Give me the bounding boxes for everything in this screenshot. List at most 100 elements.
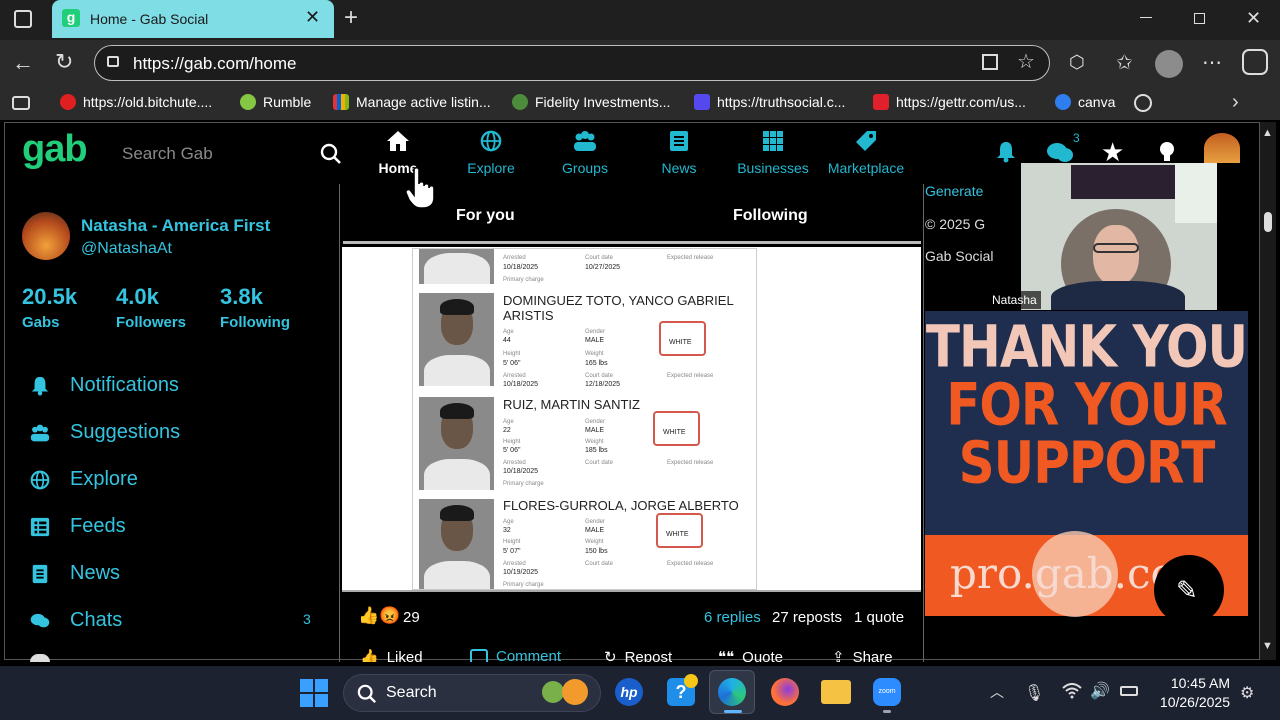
favorite-bitchute[interactable]: https://old.bitchute.... <box>60 94 212 110</box>
race-highlight: WHITE <box>659 321 706 356</box>
zoom-icon[interactable]: zoom <box>873 678 901 706</box>
gab-logo[interactable]: gab <box>22 128 88 171</box>
hp-icon[interactable]: hp <box>615 678 643 706</box>
users-icon <box>30 424 50 441</box>
replies-count[interactable]: 6 replies <box>704 609 761 626</box>
sidebar-item-suggestions[interactable]: Suggestions <box>30 421 180 444</box>
chat-bubbles-icon[interactable] <box>1046 141 1074 165</box>
collections-icon[interactable] <box>12 96 30 110</box>
share-icon: ⇪ <box>832 649 845 662</box>
refresh-icon[interactable]: ↻ <box>55 49 73 75</box>
quote-icon: ❝❝ <box>718 649 735 662</box>
chevron-right-icon[interactable]: › <box>1232 91 1239 114</box>
rumble-icon <box>240 94 256 110</box>
like-button[interactable]: 👍 Liked <box>360 648 423 663</box>
bell-icon[interactable] <box>996 141 1016 163</box>
close-tab-icon[interactable]: ✕ <box>305 7 320 28</box>
firefox-icon[interactable] <box>771 678 799 706</box>
favorite-canva[interactable]: canva <box>1055 94 1115 110</box>
url-text[interactable]: https://gab.com/home <box>133 54 296 74</box>
banner-line-3: SUPPORT <box>958 429 1216 497</box>
wall-frame <box>1071 165 1175 199</box>
clock-time[interactable]: 10:45 AM <box>1170 675 1230 691</box>
more-menu-icon[interactable]: ⋯ <box>1202 50 1222 75</box>
canva-icon <box>1055 94 1071 110</box>
lightbulb-icon[interactable] <box>1158 141 1176 165</box>
chat-badge: 3 <box>1073 131 1080 145</box>
scrollbar-thumb[interactable] <box>1264 212 1272 232</box>
scroll-down-icon[interactable]: ▼ <box>1262 640 1273 652</box>
search-icon <box>357 684 377 704</box>
profile-name[interactable]: Natasha - America First <box>81 216 270 236</box>
search-icon[interactable] <box>320 143 342 165</box>
reaction-icons[interactable]: 👍😡 <box>358 606 400 626</box>
share-button[interactable]: ⇪ Share <box>832 648 893 663</box>
new-tab-icon[interactable]: + <box>344 4 358 32</box>
favorite-ebay[interactable]: Manage active listin... <box>333 94 491 110</box>
clock-date[interactable]: 10/26/2025 <box>1150 694 1230 710</box>
sidebar-item-feeds[interactable]: Feeds <box>30 515 126 538</box>
profile-avatar[interactable] <box>22 212 70 260</box>
nav-marketplace[interactable]: Marketplace <box>819 130 913 176</box>
taskbar-search-label: Search <box>386 684 437 701</box>
favorite-fidelity[interactable]: Fidelity Investments... <box>512 94 670 110</box>
stat-following[interactable]: 3.8k Following <box>220 284 290 331</box>
copilot-icon[interactable] <box>1242 49 1268 75</box>
favorite-gettr[interactable]: https://gettr.com/us... <box>873 94 1026 110</box>
wifi-icon[interactable] <box>1062 683 1082 699</box>
sidebar-item-news[interactable]: News <box>30 562 120 585</box>
tab-for-you[interactable]: For you <box>456 207 515 225</box>
address-bar[interactable]: https://gab.com/home ☆ <box>94 45 1050 81</box>
repost-button[interactable]: ↻ Repost <box>604 648 672 663</box>
reaction-count[interactable]: 29 <box>403 609 420 626</box>
favorites-icon[interactable]: ✩ <box>1116 50 1133 75</box>
file-explorer-icon[interactable] <box>821 680 851 704</box>
active-tab[interactable]: g Home - Gab Social ✕ <box>52 0 334 38</box>
quotes-count[interactable]: 1 quote <box>854 609 904 626</box>
favorite-rumble[interactable]: Rumble <box>240 94 311 110</box>
header-avatar[interactable] <box>1204 133 1240 163</box>
page-scrollbar[interactable] <box>1260 122 1276 660</box>
start-button[interactable] <box>300 679 328 707</box>
favorite-truthsocial[interactable]: https://truthsocial.c... <box>694 94 845 110</box>
microphone-icon[interactable]: 🎙 <box>1024 683 1044 703</box>
back-icon[interactable]: ← <box>12 50 34 76</box>
list-icon <box>30 517 50 536</box>
tab-following[interactable]: Following <box>733 207 808 225</box>
person-name: DOMINGUEZ TOTO, YANCO GABRIEL <box>503 293 734 308</box>
globe-favorite-icon[interactable] <box>1134 94 1152 112</box>
favorite-star-icon[interactable]: ☆ <box>1017 49 1035 74</box>
scroll-up-icon[interactable]: ▲ <box>1262 127 1273 139</box>
minimize-icon[interactable] <box>1140 17 1152 18</box>
stat-followers[interactable]: 4.0k Followers <box>116 284 186 331</box>
nav-businesses[interactable]: Businesses <box>726 130 820 176</box>
search-input[interactable]: Search Gab <box>122 144 213 164</box>
sidebar-item-notifications[interactable]: Notifications <box>30 374 179 397</box>
nav-news[interactable]: News <box>632 130 726 176</box>
show-hidden-icons[interactable]: ︿ <box>990 682 1004 702</box>
restore-icon[interactable] <box>1194 13 1205 24</box>
taskbar-search[interactable]: Search <box>343 674 601 712</box>
mugshot-photo <box>419 397 494 490</box>
notification-center-icon[interactable]: ⚙ <box>1240 683 1254 703</box>
news-icon <box>32 564 48 583</box>
comment-button[interactable]: Comment <box>470 648 561 662</box>
booking-document-image[interactable]: 10/18/2025 10/27/2025 Arrested Court dat… <box>412 248 757 590</box>
profile-handle[interactable]: @NatashaAt <box>81 240 172 258</box>
app-available-icon[interactable] <box>982 54 998 70</box>
stat-gabs[interactable]: 20.5k Gabs <box>22 284 77 331</box>
sidebar-item-explore[interactable]: Explore <box>30 468 138 491</box>
battery-icon[interactable] <box>1120 686 1138 696</box>
close-window-icon[interactable]: ✕ <box>1246 8 1261 29</box>
generate-link[interactable]: Generate <box>925 183 983 199</box>
extensions-icon[interactable]: ⬡ <box>1069 52 1085 73</box>
race-highlight: WHITE <box>653 411 700 446</box>
quote-button[interactable]: ❝❝ Quote <box>718 648 783 663</box>
profile-avatar-icon[interactable] <box>1155 50 1183 78</box>
volume-icon[interactable]: 🔊 <box>1090 681 1110 701</box>
nav-groups[interactable]: Groups <box>538 130 632 176</box>
sidebar-item-chats[interactable]: Chats <box>30 609 122 632</box>
tab-actions-icon[interactable] <box>14 10 32 28</box>
reposts-count[interactable]: 27 reposts <box>772 609 842 626</box>
nav-explore[interactable]: Explore <box>444 130 538 176</box>
